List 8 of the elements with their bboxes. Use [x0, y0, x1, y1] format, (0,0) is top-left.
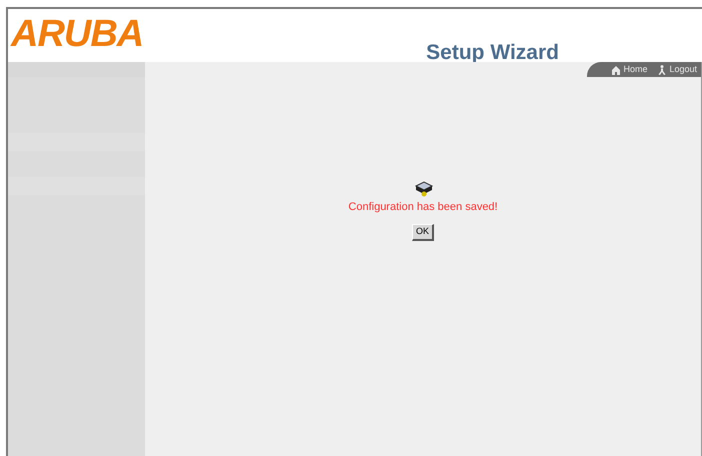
person-icon: [657, 64, 668, 74]
ok-button[interactable]: OK: [412, 224, 434, 240]
nav-link[interactable]: Logout: [657, 62, 697, 76]
logo: ARUBA: [11, 15, 144, 53]
home-icon: [611, 64, 622, 74]
nav-link[interactable]: Home: [611, 62, 648, 76]
page-title: Setup Wizard: [426, 40, 559, 66]
status-message: Configuration has been saved!: [348, 200, 498, 215]
